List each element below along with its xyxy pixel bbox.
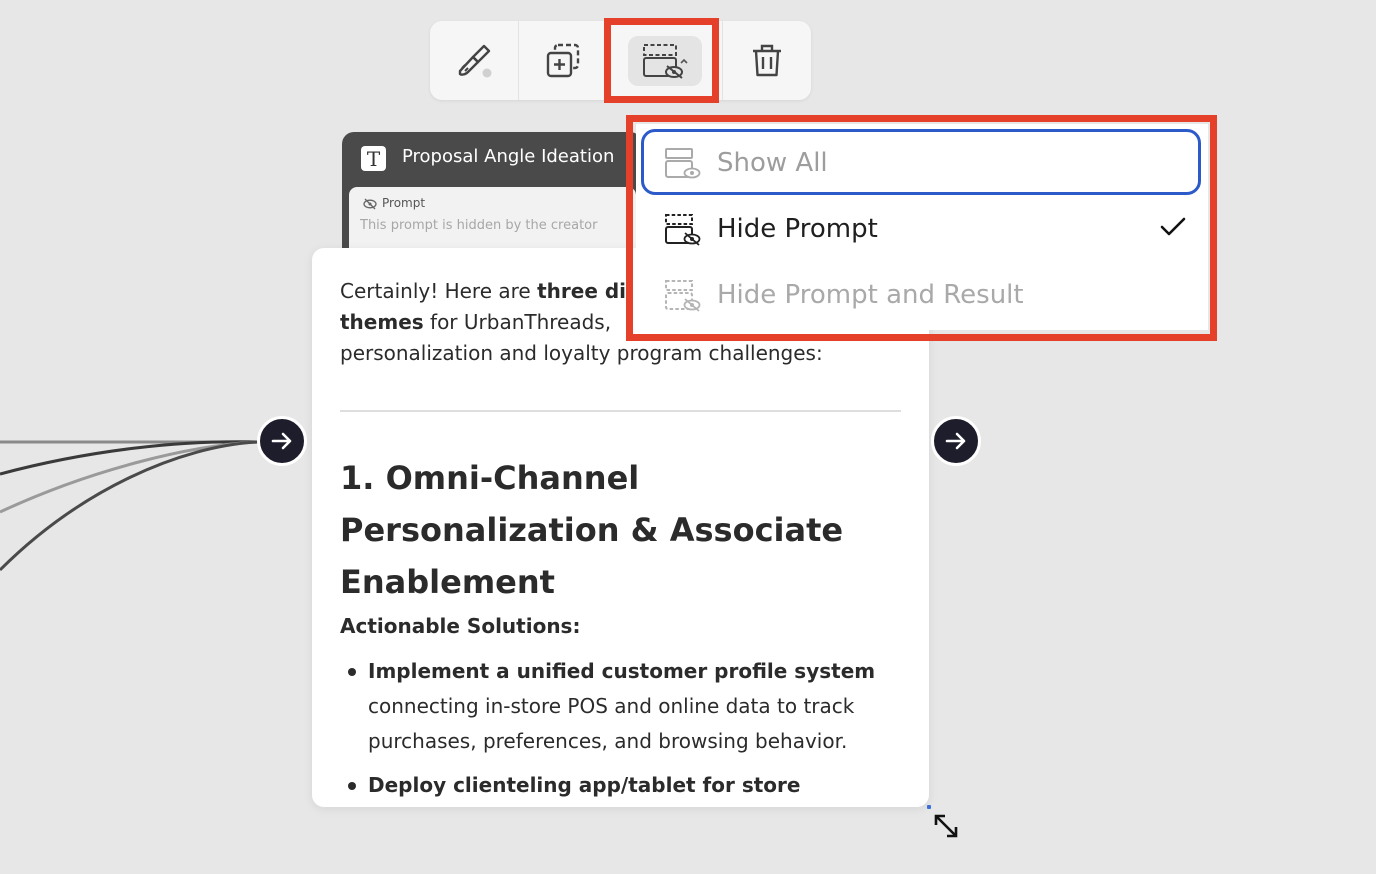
result-subheading: Actionable Solutions: — [340, 614, 581, 638]
visibility-menu-highlight — [626, 115, 1217, 341]
paint-brush-icon — [458, 44, 492, 77]
add-copy-icon — [546, 43, 580, 77]
result-divider — [340, 410, 901, 412]
resize-icon[interactable] — [932, 812, 960, 840]
duplicate-button[interactable] — [519, 21, 607, 100]
trash-icon — [753, 44, 781, 76]
output-handle[interactable] — [931, 416, 981, 466]
selection-corner — [927, 805, 931, 809]
result-heading: 1. Omni-Channel Personalization & Associ… — [340, 459, 844, 601]
prompt-hidden-text: This prompt is hidden by the creator — [360, 218, 598, 233]
input-handle[interactable] — [257, 416, 307, 466]
text-node-icon: T — [361, 146, 386, 171]
arrow-right-icon — [271, 432, 292, 450]
bullet-dot — [348, 668, 356, 676]
list-item: Implement a unified customer profile sys… — [368, 659, 876, 753]
prompt-label: Prompt — [382, 196, 426, 210]
style-button[interactable] — [430, 21, 518, 100]
visibility-button-highlight — [604, 18, 719, 103]
delete-button[interactable] — [723, 21, 811, 100]
node-title: Proposal Angle Ideation — [402, 146, 615, 167]
list-item: Deploy clienteling app/tablet for store — [368, 773, 801, 797]
bullet-dot — [348, 782, 356, 790]
arrow-right-icon — [945, 432, 966, 450]
hidden-eye-icon — [363, 198, 377, 210]
